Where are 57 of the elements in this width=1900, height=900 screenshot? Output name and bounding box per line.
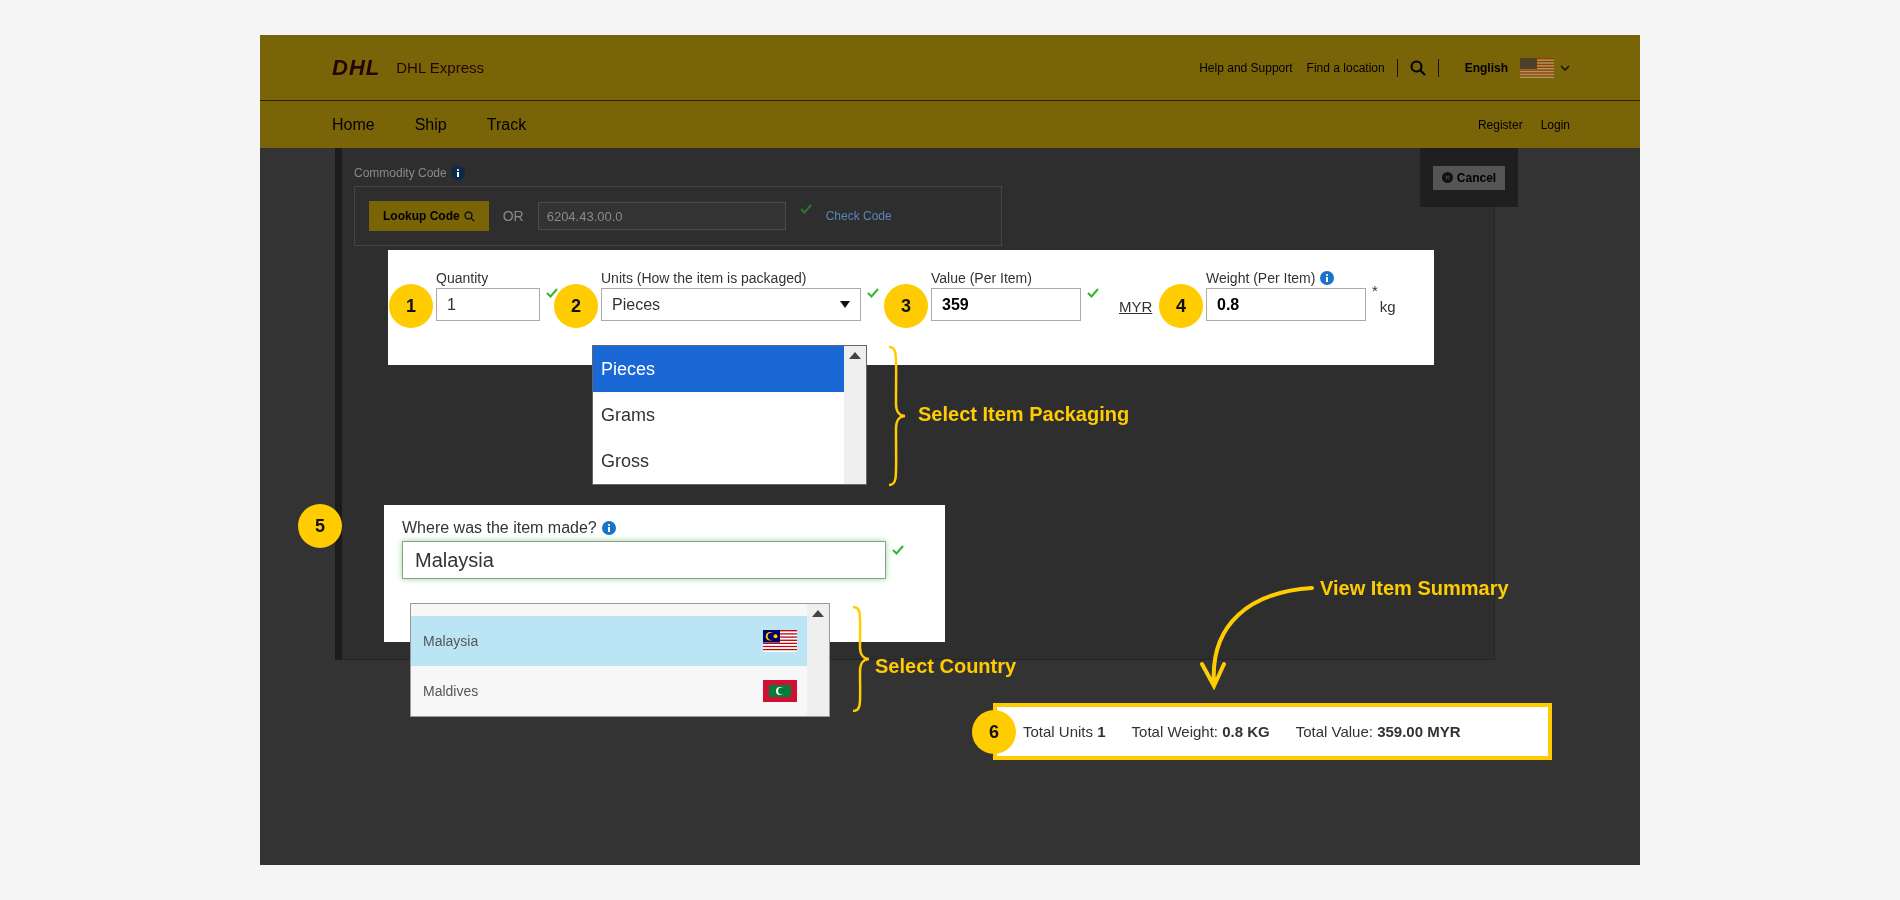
currency-link[interactable]: MYR: [1119, 298, 1153, 315]
step-badge: 5: [298, 504, 342, 548]
language-link[interactable]: English: [1464, 60, 1508, 75]
dropdown-option[interactable]: Pieces: [593, 346, 844, 392]
summary-text: Total Units 1: [1023, 723, 1106, 740]
logo[interactable]: DHL: [332, 54, 381, 81]
country-input[interactable]: Malaysia: [402, 541, 886, 579]
step-badge: 2: [554, 284, 598, 328]
input-field[interactable]: 359: [931, 288, 1081, 321]
field-label: Commodity Code: [354, 166, 447, 180]
header-link[interactable]: Find a location: [1306, 60, 1385, 75]
field-label: Quantity: [436, 270, 489, 286]
header-link[interactable]: Help and Support: [1199, 60, 1293, 75]
input-field[interactable]: 1: [436, 288, 540, 321]
required-mark: *: [1372, 282, 1378, 299]
nav-link[interactable]: Home: [332, 115, 375, 134]
field-label: Units (How the item is packaged): [601, 270, 807, 286]
check-code-link[interactable]: Check Code: [825, 209, 892, 223]
brace-icon: [886, 345, 908, 487]
chevron-icon[interactable]: [1560, 64, 1570, 71]
unit-text: kg: [1379, 298, 1396, 315]
step-badge: 3: [884, 284, 928, 328]
step-badge: 4: [1159, 284, 1203, 328]
annotation-text: Select Item Packaging: [918, 403, 1130, 426]
search-icon[interactable]: [1409, 59, 1426, 76]
input-field[interactable]: 0.8: [1206, 288, 1366, 321]
country-option[interactable]: Malaysia: [411, 616, 807, 666]
summary-text: Total Value: 359.00 MYR: [1295, 723, 1461, 740]
flag-icon: [763, 680, 797, 702]
field-label: Where was the item made?: [402, 519, 597, 537]
flag-icon: [763, 630, 797, 652]
step-badge: 1: [389, 284, 433, 328]
brand-name: DHL Express: [396, 59, 485, 76]
annotation-text: View Item Summary: [1320, 577, 1509, 600]
info-icon: [450, 166, 465, 180]
summary-text: Total Weight: 0.8 KG: [1131, 723, 1270, 740]
cancel-button[interactable]: Cancel: [1432, 165, 1506, 190]
caret-icon: [840, 301, 850, 308]
info-icon: [601, 521, 616, 535]
account-link[interactable]: Register: [1477, 117, 1523, 132]
annotation-text: Select Country: [875, 655, 1017, 678]
scroll-up-icon[interactable]: [812, 610, 824, 617]
brace-icon: [850, 605, 872, 713]
scroll-up-icon[interactable]: [849, 352, 861, 359]
nav-link[interactable]: Track: [486, 115, 527, 134]
nav-link[interactable]: Ship: [414, 115, 447, 134]
field-label: Weight (Per Item): [1206, 270, 1316, 286]
lookup-button[interactable]: Lookup Code: [369, 201, 489, 231]
or-text: OR: [502, 208, 524, 224]
close-icon: [1441, 172, 1453, 183]
account-link[interactable]: Login: [1540, 117, 1570, 132]
field-label: Value (Per Item): [931, 270, 1032, 286]
step-badge: 6: [972, 710, 1016, 754]
search-icon: [463, 210, 475, 222]
flag-icon[interactable]: [1520, 57, 1554, 78]
units-select[interactable]: Pieces: [601, 288, 861, 321]
code-input[interactable]: 6204.43.00.0: [537, 202, 786, 230]
